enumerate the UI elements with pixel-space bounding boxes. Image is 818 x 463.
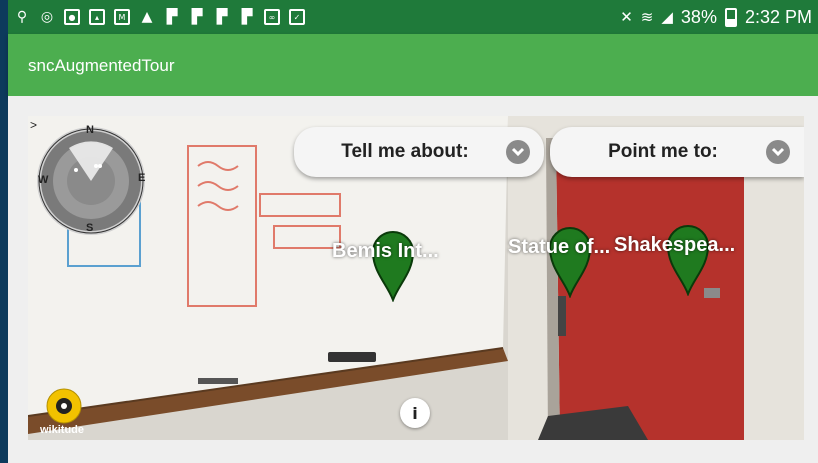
ar-camera-view[interactable]: > N S E W Tell me about: Point me to: Be…: [28, 116, 804, 440]
radar-compass: [37, 127, 145, 235]
app-bar: sncAugmentedTour: [8, 34, 818, 96]
radar-arrow: >: [30, 118, 38, 132]
status-bar: ⚲ ◎ ● ▴ M ▲ ▛ ▛ ▛ ▛ ∞ ✓ ✕ ≋ ◢ 38% 2:32 P…: [8, 0, 818, 34]
flipboard-icon-2: ▛: [191, 9, 203, 25]
radar-west: W: [38, 174, 49, 186]
content-area: > N S E W Tell me about: Point me to: Be…: [8, 96, 818, 463]
app-frame: ⚲ ◎ ● ▴ M ▲ ▛ ▛ ▛ ▛ ∞ ✓ ✕ ≋ ◢ 38% 2:32 P…: [0, 0, 818, 463]
image-icon: ▴: [89, 9, 105, 25]
gmail-icon: M: [114, 9, 130, 25]
point-me-to-button[interactable]: Point me to:: [550, 127, 804, 177]
radar-east: E: [138, 172, 146, 184]
sync-icon: ◎: [40, 9, 54, 25]
notification-icons: ⚲ ◎ ● ▴ M ▲ ▛ ▛ ▛ ▛ ∞ ✓: [14, 9, 305, 25]
chevron-down-icon: [506, 140, 530, 164]
tell-me-about-label: Tell me about:: [341, 141, 469, 162]
wifi-icon: ≋: [640, 8, 654, 26]
camera-icon: ●: [64, 9, 80, 25]
usb-icon: ⚲: [16, 9, 28, 25]
info-icon: i: [412, 403, 418, 423]
point-me-to-label: Point me to:: [608, 141, 718, 162]
poi-label-shakespeare[interactable]: Shakespea...: [614, 234, 735, 257]
flipboard-icon-4: ▛: [241, 9, 253, 25]
voicemail-icon: ∞: [264, 9, 280, 25]
clipboard-check-icon: ✓: [289, 9, 305, 25]
battery-icon: [724, 7, 737, 27]
app-title: sncAugmentedTour: [28, 56, 175, 75]
clock: 2:32 PM: [744, 6, 812, 27]
warning-icon: ▲: [141, 9, 153, 25]
battery-percent: 38%: [680, 6, 717, 27]
radar-south: S: [86, 222, 94, 234]
system-status: ✕ ≋ ◢ 38% 2:32 PM: [620, 7, 812, 28]
info-button[interactable]: i: [400, 398, 430, 428]
poi-label-bemis[interactable]: Bemis Int...: [332, 240, 439, 263]
poi-label-statue[interactable]: Statue of...: [508, 236, 610, 259]
flipboard-icon-3: ▛: [216, 9, 228, 25]
flipboard-icon: ▛: [166, 9, 178, 25]
radar-north: N: [86, 124, 94, 136]
tell-me-about-button[interactable]: Tell me about:: [294, 127, 544, 177]
mute-icon: ✕: [620, 8, 633, 26]
signal-icon: ◢: [661, 8, 673, 26]
chevron-down-icon: [766, 140, 790, 164]
wikitude-brand-text: wikitude: [40, 424, 85, 436]
